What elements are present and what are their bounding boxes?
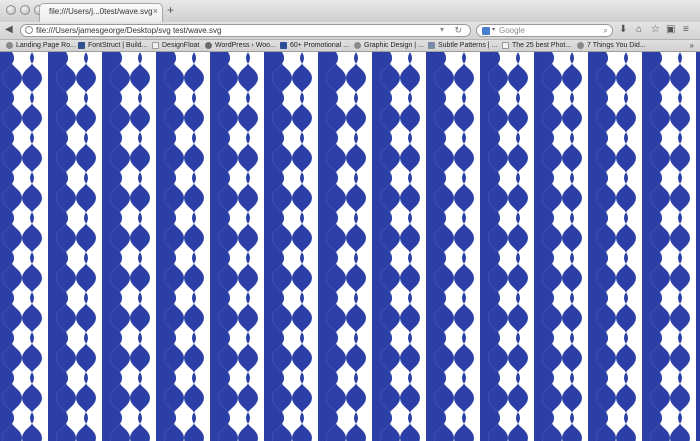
gear-icon (354, 42, 361, 49)
bookmark-item[interactable]: FontStruct | Build... (78, 40, 147, 51)
pattern-icon (428, 42, 435, 49)
bookmark-label: FontStruct | Build... (88, 42, 148, 49)
more-bookmarks-icon[interactable]: » (690, 40, 694, 51)
wave-fill (0, 52, 700, 441)
bookmark-icon (280, 42, 287, 49)
reload-icon[interactable]: ↻ (454, 25, 462, 36)
tab-close-icon[interactable]: × (153, 6, 158, 16)
bookmark-label: WordPress › Woo... (215, 42, 276, 49)
browser-window: file:///Users/j...0test/wave.svg × + ◀ f… (0, 0, 700, 441)
close-window-button[interactable] (6, 5, 16, 15)
bookmark-star-icon[interactable]: ☆ (651, 24, 660, 36)
wave-pattern (0, 52, 700, 441)
dropdown-arrow-icon[interactable]: ▾ (440, 25, 444, 34)
bookmark-label: DesignFloat (162, 42, 200, 49)
navigation-bar: ◀ file:///Users/jamesgeorge/Desktop/svg … (0, 22, 700, 40)
search-input[interactable]: Google (499, 26, 525, 35)
bookmark-label: Landing Page Ro... (16, 42, 76, 49)
bookmark-item[interactable]: Subtle Patterns | ... (428, 40, 497, 51)
bookmark-item[interactable]: DesignFloat (152, 40, 199, 51)
bookmark-item[interactable]: Graphic Design | ... (354, 40, 424, 51)
new-tab-button[interactable]: + (167, 4, 174, 16)
back-button[interactable]: ◀ (5, 24, 13, 36)
gear-icon (6, 42, 13, 49)
bookmark-item[interactable]: 60+ Promotional ... (280, 40, 349, 51)
bookmark-label: 60+ Promotional ... (290, 42, 349, 49)
fontstruct-icon (78, 42, 85, 49)
menu-icon[interactable]: ≡ (683, 24, 689, 36)
bookmark-item[interactable]: 7 Things You Did... (577, 40, 646, 51)
gear-icon (577, 42, 584, 49)
page-icon (152, 42, 159, 49)
url-text[interactable]: file:///Users/jamesgeorge/Desktop/svg te… (36, 26, 221, 35)
downloads-icon[interactable]: ⬇ (619, 24, 627, 36)
bookmark-item[interactable]: Landing Page Ro... (6, 40, 76, 51)
bookmark-item[interactable]: The 25 best Phot... (502, 40, 571, 51)
search-icon[interactable]: ⌕ (604, 26, 608, 36)
minimize-window-button[interactable] (20, 5, 30, 15)
search-bar[interactable]: ▾ Google ⌕ (476, 24, 613, 37)
bookmark-label: Subtle Patterns | ... (438, 42, 498, 49)
tab-wave-svg[interactable]: file:///Users/j...0test/wave.svg × (39, 3, 163, 22)
screenshot-icon[interactable]: ▣ (666, 24, 675, 36)
bookmark-item[interactable]: WordPress › Woo... (205, 40, 276, 51)
globe-icon (25, 26, 33, 34)
url-bar[interactable]: file:///Users/jamesgeorge/Desktop/svg te… (20, 24, 471, 37)
tab-title: file:///Users/j...0test/wave.svg (49, 7, 153, 16)
bookmark-label: Graphic Design | ... (364, 42, 424, 49)
page-content (0, 52, 700, 441)
home-icon[interactable]: ⌂ (636, 24, 642, 36)
bookmark-label: The 25 best Phot... (512, 42, 572, 49)
page-icon (502, 42, 509, 49)
bookmark-label: 7 Things You Did... (587, 42, 646, 49)
tab-strip: file:///Users/j...0test/wave.svg × + (0, 0, 700, 23)
wordpress-icon (205, 42, 212, 49)
search-engine-dropdown-icon[interactable]: ▾ (492, 26, 495, 33)
bookmarks-bar: Landing Page Ro... FontStruct | Build...… (0, 40, 700, 52)
google-icon[interactable] (482, 27, 490, 35)
